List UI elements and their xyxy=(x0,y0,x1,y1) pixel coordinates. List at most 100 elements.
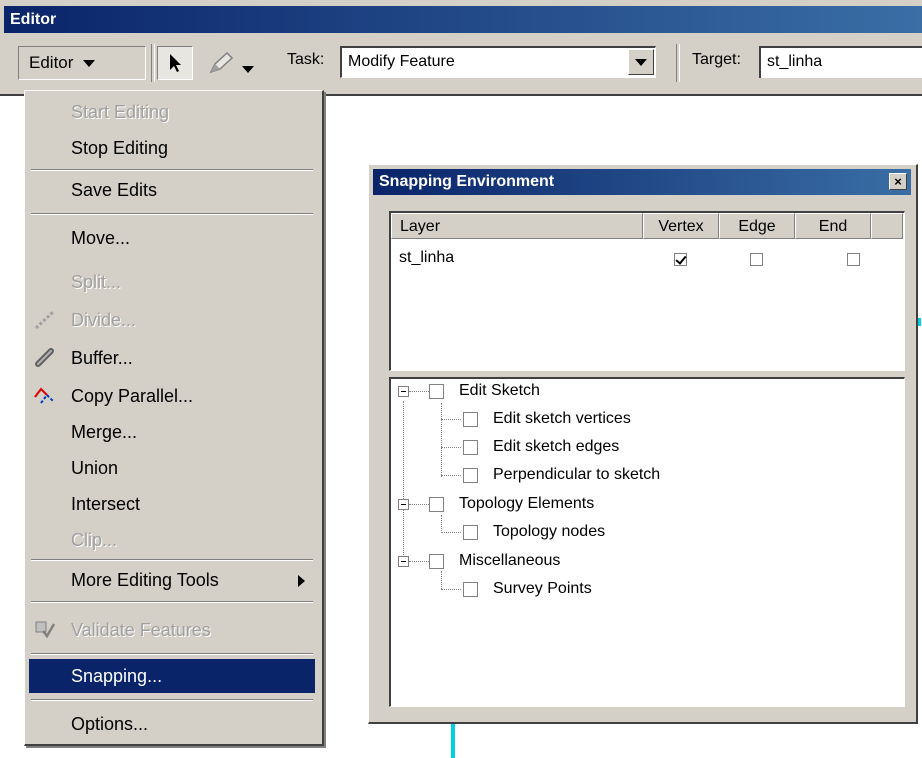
miscellaneous-checkbox[interactable] xyxy=(429,554,444,569)
task-label: Task: xyxy=(287,51,325,68)
collapse-toggle-edit-sketch[interactable] xyxy=(398,386,409,397)
target-select[interactable]: st_linha xyxy=(759,46,922,78)
target-select-value: st_linha xyxy=(767,53,823,70)
tree-connector xyxy=(403,401,404,559)
tree-connector xyxy=(409,391,429,392)
menu-separator xyxy=(31,653,313,655)
vertex-checkbox[interactable] xyxy=(674,253,687,266)
snapping-environment-window: Snapping Environment × Layer Vertex Edge… xyxy=(368,164,918,724)
map-line-feature xyxy=(451,724,455,758)
menu-item-options[interactable]: Options... xyxy=(29,707,315,741)
menu-item-copy-parallel-label: Copy Parallel... xyxy=(71,386,194,406)
edge-checkbox[interactable] xyxy=(750,253,763,266)
task-select[interactable]: Modify Feature xyxy=(340,46,656,78)
topology-nodes-checkbox[interactable] xyxy=(463,525,478,540)
menu-separator xyxy=(31,169,313,171)
tree-connector xyxy=(441,475,461,476)
toolbar-separator xyxy=(151,44,155,82)
snapping-title: Snapping Environment xyxy=(379,173,555,190)
layer-cell-st-linha[interactable]: st_linha xyxy=(399,249,454,267)
close-button[interactable]: × xyxy=(889,173,907,190)
column-header-end[interactable]: End xyxy=(795,213,871,239)
toolbar-separator xyxy=(676,44,680,82)
end-checkbox[interactable] xyxy=(847,253,860,266)
menu-item-more-editing-tools-label: More Editing Tools xyxy=(71,570,219,590)
edit-tool-button[interactable] xyxy=(157,46,193,80)
column-header-edge[interactable]: Edge xyxy=(719,213,795,239)
pencil-icon xyxy=(209,51,234,74)
menu-item-validate-features-label: Validate Features xyxy=(71,620,211,640)
menu-item-more-editing-tools[interactable]: More Editing Tools xyxy=(29,563,315,597)
menu-item-intersect[interactable]: Intersect xyxy=(29,487,315,521)
menu-item-buffer[interactable]: Buffer... xyxy=(29,341,315,375)
editor-toolbar-window: Editor Editor Task: Modify Feature Targe… xyxy=(0,0,922,96)
collapse-toggle-topology-elements[interactable] xyxy=(398,499,409,510)
sketch-tool-dropdown[interactable] xyxy=(242,58,254,78)
collapse-toggle-miscellaneous[interactable] xyxy=(398,556,409,567)
column-header-layer[interactable]: Layer xyxy=(391,213,643,239)
snapping-titlebar[interactable]: Snapping Environment × xyxy=(373,169,911,195)
menu-item-start-editing[interactable]: Start Editing xyxy=(29,95,315,129)
divide-icon xyxy=(33,309,57,331)
tree-connector xyxy=(441,403,442,477)
editor-toolbar: Editor Task: Modify Feature Target: st_l… xyxy=(4,36,922,90)
tree-connector xyxy=(441,571,442,589)
editor-menu-button[interactable]: Editor xyxy=(18,46,146,80)
validate-icon xyxy=(33,619,57,641)
tree-node-edit-sketch-vertices[interactable]: Edit sketch vertices xyxy=(493,407,631,431)
editor-titlebar[interactable]: Editor xyxy=(4,6,922,33)
tree-node-perpendicular-to-sketch[interactable]: Perpendicular to sketch xyxy=(493,463,660,487)
menu-item-union[interactable]: Union xyxy=(29,451,315,485)
menu-item-buffer-label: Buffer... xyxy=(71,348,133,368)
pointer-arrow-icon xyxy=(170,54,181,72)
menu-item-merge[interactable]: Merge... xyxy=(29,415,315,449)
menu-item-split[interactable]: Split... xyxy=(29,265,315,299)
edit-sketch-vertices-checkbox[interactable] xyxy=(463,412,478,427)
task-select-value: Modify Feature xyxy=(348,53,455,70)
task-dropdown-button[interactable] xyxy=(628,49,654,75)
chevron-right-icon xyxy=(298,575,305,587)
menu-item-move[interactable]: Move... xyxy=(29,221,315,255)
menu-item-save-edits[interactable]: Save Edits xyxy=(29,173,315,207)
column-header-filler xyxy=(871,213,903,239)
snapping-layer-table: Layer Vertex Edge End st_linha xyxy=(389,211,905,371)
menu-item-clip[interactable]: Clip... xyxy=(29,523,315,557)
copy-parallel-icon xyxy=(33,385,57,407)
menu-item-validate-features[interactable]: Validate Features xyxy=(29,613,315,647)
topology-elements-checkbox[interactable] xyxy=(429,497,444,512)
tree-node-topology-elements[interactable]: Topology Elements xyxy=(459,492,594,516)
menu-item-stop-editing[interactable]: Stop Editing xyxy=(29,131,315,165)
perpendicular-to-sketch-checkbox[interactable] xyxy=(463,468,478,483)
menu-separator xyxy=(31,601,313,603)
tree-node-survey-points[interactable]: Survey Points xyxy=(493,577,592,601)
snapping-options-tree: Edit Sketch Edit sketch vertices Edit sk… xyxy=(389,377,905,707)
survey-points-checkbox[interactable] xyxy=(463,582,478,597)
menu-item-snapping[interactable]: Snapping... xyxy=(29,659,315,693)
editor-menu-label: Editor xyxy=(29,53,74,72)
sketch-tool-button[interactable] xyxy=(202,48,242,78)
tree-connector xyxy=(409,561,429,562)
edit-sketch-checkbox[interactable] xyxy=(429,384,444,399)
tree-connector xyxy=(409,504,429,505)
tree-node-edit-sketch-edges[interactable]: Edit sketch edges xyxy=(493,435,619,459)
chevron-down-icon xyxy=(242,66,254,73)
tree-node-edit-sketch[interactable]: Edit Sketch xyxy=(459,379,540,403)
menu-item-divide[interactable]: Divide... xyxy=(29,303,315,337)
tree-connector xyxy=(441,419,461,420)
column-header-vertex[interactable]: Vertex xyxy=(643,213,719,239)
menu-item-divide-label: Divide... xyxy=(71,310,137,330)
menu-separator xyxy=(31,699,313,701)
menu-separator xyxy=(31,559,313,561)
table-header: Layer Vertex Edge End xyxy=(391,213,903,239)
tree-connector xyxy=(441,589,461,590)
menu-separator xyxy=(31,213,313,215)
chevron-down-icon xyxy=(635,58,647,66)
editor-dropdown-menu: Start Editing Stop Editing Save Edits Mo… xyxy=(24,90,324,746)
chevron-down-icon xyxy=(83,59,96,67)
edit-sketch-edges-checkbox[interactable] xyxy=(463,440,478,455)
tree-node-miscellaneous[interactable]: Miscellaneous xyxy=(459,549,560,573)
tree-node-topology-nodes[interactable]: Topology nodes xyxy=(493,520,605,544)
tree-connector xyxy=(441,532,461,533)
menu-item-copy-parallel[interactable]: Copy Parallel... xyxy=(29,379,315,413)
buffer-icon xyxy=(33,347,57,369)
